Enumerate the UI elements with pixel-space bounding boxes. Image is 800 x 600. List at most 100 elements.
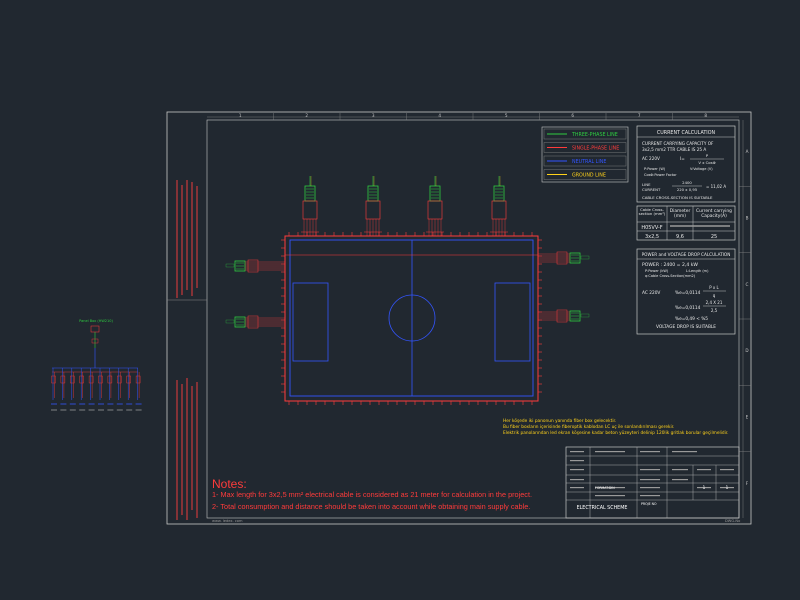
voltage-calc-eq3: %e=0,49 < %5: [675, 316, 708, 322]
legend-label: THREE-PHASE LINE: [571, 132, 618, 138]
side-panel-tag: [225, 319, 235, 324]
branch-breaker: [88, 375, 94, 384]
cable-table-capacity: 25: [711, 234, 717, 240]
panel-box: [304, 185, 316, 202]
current-calc-frac-top: P: [706, 153, 709, 158]
branch-breaker: [70, 375, 75, 384]
current-calculation-panel: CURRENT CALCULATION CURRENT CARRYING CAP…: [636, 125, 736, 203]
column-number-7: 7: [638, 113, 641, 118]
turkish-note-1: Her köşede iki panonun yanında fiber box…: [503, 418, 616, 424]
column-number-5: 5: [505, 113, 508, 118]
line-type-legend: THREE-PHASE LINE SINGLE-PHASE LINE NEUTRAL…: [541, 126, 629, 183]
turkish-note-3: Elektrik panolarından led ekran köşesine…: [503, 430, 729, 436]
voltage-calc-f1-top: P x L: [709, 285, 719, 290]
voltage-calc-eq1: %e=0,0114: [675, 290, 701, 296]
row-letter-E: E: [746, 415, 749, 420]
voltage-calc-f2-top: 2,4 X 21: [706, 300, 723, 305]
left-panel-feed-label: Panel Box (HW210): [79, 319, 113, 323]
current-calc-frac-bot: V x CosΦ: [698, 160, 715, 165]
title-block-format: FORMAT:DIN: [595, 486, 615, 490]
voltage-calc-f1-bot: q: [713, 293, 716, 298]
current-calc-lc-top: 2400: [682, 180, 692, 185]
side-panel-tag: [225, 263, 235, 268]
cable-table-diameter: 9,6: [676, 234, 684, 240]
sheet-inner-frame: [206, 119, 740, 519]
left-strip-rotated-notes: [176, 180, 198, 520]
current-calc-line-label-b: CURRENT: [642, 187, 661, 192]
legend-label: NEUTRAL LINE: [572, 159, 606, 165]
branch-breaker: [98, 375, 103, 384]
title-block: FORMAT:DIN ELECTRICAL SCHEME PROJE NO 1 …: [565, 446, 740, 519]
branch-breaker: [60, 375, 66, 384]
top-distribution-panels: [301, 176, 508, 236]
notes-line-2: 2- Total consumption and distance should…: [212, 502, 530, 511]
current-calc-lc-result: = 11,02 A: [706, 184, 726, 189]
row-letter-C: C: [746, 282, 749, 287]
turkish-notes: Her köşede iki panonun yanında fiber box…: [503, 418, 729, 436]
panel-box: [429, 185, 441, 202]
row-letter-B: B: [746, 216, 749, 221]
side-panel-tag: [580, 313, 590, 318]
column-number-8: 8: [704, 113, 707, 118]
panel-box: [493, 185, 505, 202]
column-number-1: 1: [239, 113, 242, 118]
led-screen-outline: [284, 235, 539, 402]
panel-socket-box: [302, 200, 318, 220]
column-number-6: 6: [571, 113, 574, 118]
current-calc-p-def: P:Power (W): [644, 167, 666, 171]
voltage-calc-l-def: L:Length (m): [686, 269, 709, 273]
branch-breaker: [135, 375, 141, 384]
title-block-sheet: 1: [703, 485, 706, 490]
cable-table-header-3: Current carrying Capacity(A): [696, 209, 732, 219]
cable-table-header-1: Cable Cross-section (mm²): [638, 207, 666, 217]
electrical-drawing: 1 2 3 4 5 6 7 8 A B C D E F THREE-PHASE LINE SINGLE-P…: [51, 111, 752, 525]
current-calc-ac: AC 220V: [642, 156, 660, 161]
panel-socket-box: [365, 200, 381, 220]
voltage-calc-ok: VOLTAGE DROP IS SUITABLE: [656, 324, 716, 330]
turkish-note-2: Bu fiber boxların içerisinde fiberoptik …: [503, 424, 674, 430]
project-notes: Notes: 1- Max length for 3x2,5 mm² elect…: [212, 477, 532, 511]
column-number-4: 4: [438, 113, 441, 118]
legend-label: GROUND LINE: [572, 172, 606, 178]
title-block-total: 1: [726, 485, 729, 490]
row-letter-D: D: [745, 348, 748, 353]
current-calc-line1: CURRENT CARRYING CAPACITY OF: [642, 141, 714, 146]
current-calc-v-def: V:Voltage (V): [690, 167, 713, 171]
notes-title: Notes:: [212, 477, 247, 491]
voltage-drop-panel: POWER and VOLTAGE DROP CALCULATION POWER…: [636, 248, 736, 335]
cable-table-header-2: Diameter (mm): [669, 209, 691, 219]
left-distribution-diagram: Panel Box (HW210): [51, 319, 142, 411]
panel-box: [367, 185, 379, 202]
side-distribution-panels: [225, 251, 590, 329]
voltage-calc-eq2: %e=0,0114: [675, 305, 701, 311]
voltage-calc-title: POWER and VOLTAGE DROP CALCULATION: [642, 252, 731, 257]
legend-label: SINGLE-PHASE LINE: [572, 145, 619, 151]
side-panel-tag: [580, 255, 590, 260]
row-letter-A: A: [746, 149, 749, 154]
voltage-calc-power: POWER : 2400 = 2,4 kW: [642, 262, 698, 268]
notes-line-1: 1- Max length for 3x2,5 mm² electrical c…: [212, 490, 532, 499]
branch-breaker: [51, 375, 56, 384]
sheet-footer: www. ledex. com DWG-No: [212, 519, 740, 523]
current-calc-lc-bot: 220 x 0,95: [677, 187, 698, 192]
column-number-2: 2: [305, 113, 308, 118]
branch-breaker: [107, 375, 113, 384]
footer-left: www. ledex. com: [212, 519, 243, 523]
row-letters: A B C D E F: [739, 149, 751, 486]
panel-socket-box: [491, 200, 507, 220]
voltage-calc-p-def: P:Power (kW): [645, 269, 669, 273]
branch-breaker: [117, 375, 122, 384]
footer-right: DWG-No: [725, 519, 740, 523]
panel-socket-box: [427, 200, 443, 220]
title-block-scheme: ELECTRICAL SCHEME: [577, 505, 628, 511]
branch-breaker: [79, 375, 84, 384]
cable-table-type: H05VV-F: [641, 225, 662, 231]
current-calc-line2: 3x2,5 mm2 TTR CABLE IS 25 A: [642, 147, 706, 152]
voltage-calc-f2-bot: 2,5: [711, 308, 718, 313]
cable-capacity-table: Cable Cross-section (mm²) Diameter (mm) …: [636, 205, 736, 241]
current-calc-cable-ok: CABLE CROSS-SECTION IS SUITABLE: [642, 195, 713, 200]
row-letter-F: F: [746, 481, 749, 486]
voltage-calc-ac: AC 220V: [642, 290, 660, 296]
column-numbers: 1 2 3 4 5 6 7 8: [239, 113, 707, 120]
current-calc-cos-def: CosΦ:Power Factor: [644, 173, 677, 177]
